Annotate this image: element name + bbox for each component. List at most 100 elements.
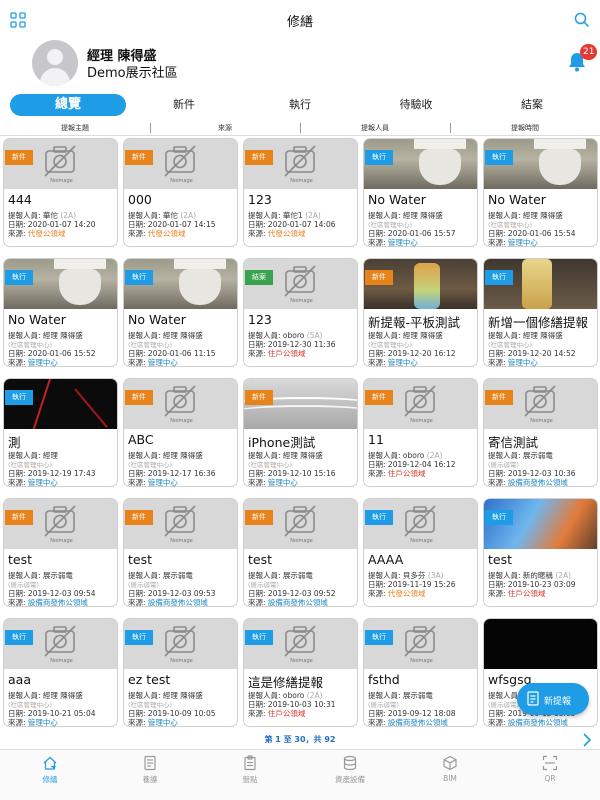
card-source: 來源: 住戶公領域 [248, 348, 305, 359]
source-prefix: 來源: [128, 229, 148, 238]
card-title: test [488, 552, 513, 567]
repair-card[interactable]: NoImage 新件 123 提報人員: 華佗1 (2A) 日期: 2020-01-07… [243, 138, 358, 247]
repair-card[interactable]: NoImage 新件 test 提報人員: 展示弱電 (展示弱電) 日期: 2019-1… [243, 498, 358, 607]
repair-card[interactable]: 執行 No Water 提報人員: 經理 陳得盛 (社區管理中心) 日期: 2020-… [483, 138, 598, 247]
bottom-nav: 修繕 養護 盤點 資產設備 BIM QR [0, 749, 600, 800]
card-title: test [8, 552, 33, 567]
sort-by-reporter[interactable]: 提報人員 [300, 123, 450, 133]
repair-card[interactable]: 新件 新提報-平板測試 提報人員: 經理 陳得盛 (社區管理中心) 日期: 2019-… [363, 258, 478, 367]
notification-badge: 21 [580, 44, 598, 60]
source-value: 住戶公領域 [267, 709, 306, 718]
status-badge: 結案 [245, 270, 273, 285]
no-image-label: NoImage [50, 178, 73, 184]
repair-card[interactable]: NoImage 執行 AAAA 提報人員: 貝多芬 (3A) 日期: 2019-11-1… [363, 498, 478, 607]
card-title: No Water [8, 312, 66, 327]
card-title: 測 [8, 435, 21, 450]
nav-bim[interactable]: BIM [400, 753, 500, 799]
no-camera-icon [284, 265, 316, 297]
repair-card[interactable]: 新件 iPhone測試 提報人員: 經理 陳得盛 (社區管理中心) 日期: 2019-… [243, 378, 358, 487]
new-report-button[interactable]: 新提報 [517, 683, 589, 715]
source-prefix: 來源: [248, 349, 268, 358]
nav-repair-label: 修繕 [42, 775, 58, 784]
status-badge: 新件 [125, 510, 153, 525]
nav-maintenance-label: 養護 [142, 775, 158, 784]
repair-card[interactable]: 執行 No Water 提報人員: 經理 陳得盛 (社區管理中心) 日期: 2020-… [363, 138, 478, 247]
card-source: 來源: 設備商發佈公領域 [368, 717, 448, 726]
status-tabs: 總覽 新件 執行 待驗收 結案 [0, 94, 600, 116]
sort-by-source[interactable]: 來源 [150, 123, 300, 133]
new-report-label: 新提報 [544, 697, 572, 707]
pagination: 第 1 至 30，共 92 [0, 733, 600, 747]
repair-card[interactable]: NoImage 新件 ABC 提報人員: 經理 陳得盛 (社區管理中心) 日期: 201… [123, 378, 238, 487]
tab-in-progress[interactable]: 執行 [252, 94, 348, 116]
nav-inventory[interactable]: 盤點 [200, 753, 300, 799]
card-title: AAAA [368, 552, 404, 567]
status-badge: 新件 [125, 390, 153, 405]
source-prefix: 來源: [488, 589, 508, 598]
no-image-label: NoImage [410, 658, 433, 664]
source-value: 管理中心 [507, 358, 538, 367]
card-photo [484, 619, 597, 669]
tab-closed[interactable]: 結案 [484, 94, 580, 116]
tab-pending-acceptance[interactable]: 待驗收 [368, 94, 464, 116]
nav-repair[interactable]: 修繕 [0, 753, 100, 799]
repair-card[interactable]: NoImage 新件 11 提報人員: oboro (2A) 日期: 2019-12-0… [363, 378, 478, 487]
card-title: 新提報-平板測試 [368, 315, 461, 330]
no-camera-icon [404, 625, 436, 657]
card-title: No Water [368, 192, 426, 207]
source-value: 管理中心 [507, 238, 538, 247]
source-value: 管理中心 [147, 718, 178, 727]
avatar[interactable] [32, 40, 78, 86]
no-image-label: NoImage [410, 538, 433, 544]
repair-card[interactable]: NoImage 執行 fsthd 提報人員: 展示弱電 (展示弱電) 日期: 2019-… [363, 618, 478, 727]
repair-card[interactable]: NoImage 執行 aaa 提報人員: 經理 陳得盛 (社區管理中心) 日期: 201… [3, 618, 118, 727]
search-icon[interactable] [574, 12, 590, 28]
repair-card[interactable]: NoImage 新件 寄信測試 提報人員: 展示弱電 (展示弱電) 日期: 2019-1… [483, 378, 598, 487]
card-source: 來源: 管理中心 [8, 717, 58, 726]
repair-card[interactable]: NoImage 執行 ez test 提報人員: 經理 陳得盛 (社區管理中心) 日期:… [123, 618, 238, 727]
repair-card[interactable]: 執行 新增一個修繕提報 提報人員: 經理 陳得盛 (社區管理中心) 日期: 2019-… [483, 258, 598, 367]
tab-new[interactable]: 新件 [136, 94, 232, 116]
no-camera-icon [164, 625, 196, 657]
source-prefix: 來源: [488, 718, 508, 727]
status-badge: 執行 [5, 630, 33, 645]
nav-assets[interactable]: 資產設備 [300, 753, 400, 799]
source-value: 代發公領域 [387, 589, 426, 598]
source-prefix: 來源: [8, 358, 28, 367]
repair-card[interactable]: 執行 No Water 提報人員: 經理 陳得盛 (社區管理中心) 日期: 2020-… [3, 258, 118, 367]
card-source: 來源: 管理中心 [248, 477, 298, 487]
repair-card[interactable]: NoImage 執行 這是修繕提報 提報人員: oboro (2A) 日期: 2019-… [243, 618, 358, 727]
card-title: 123 [248, 312, 272, 327]
sort-by-subject[interactable]: 提報主題 [0, 123, 150, 133]
status-badge: 執行 [5, 390, 33, 405]
nav-maintenance[interactable]: 養護 [100, 753, 200, 799]
card-title: fsthd [368, 672, 400, 687]
no-camera-icon [164, 385, 196, 417]
repair-card[interactable]: NoImage 新件 444 提報人員: 華佗 (2A) 日期: 2020-01-07 … [3, 138, 118, 247]
source-prefix: 來源: [248, 478, 268, 487]
repair-card[interactable]: NoImage 新件 test 提報人員: 展示弱電 (展示弱電) 日期: 2019-1… [3, 498, 118, 607]
no-camera-icon [44, 625, 76, 657]
app: 修繕 經理 陳得盛 Demo展示社區 21 總覽 新件 執行 待驗收 結案 提報… [0, 0, 600, 800]
tab-overview[interactable]: 總覽 [10, 94, 126, 116]
repair-card[interactable]: NoImage 結案 123 提報人員: oboro (5A) 日期: 2019-12-… [243, 258, 358, 367]
source-prefix: 來源: [248, 598, 268, 607]
chevron-right-icon[interactable] [582, 732, 592, 747]
repair-card[interactable]: NoImage 新件 test 提報人員: 展示弱電 (展示弱電) 日期: 2019-1… [123, 498, 238, 607]
page-title: 修繕 [286, 15, 313, 30]
no-image-label: NoImage [290, 538, 313, 544]
pagination-info: 第 1 至 30，共 92 [264, 735, 336, 744]
sort-by-time[interactable]: 提報時間 [450, 123, 600, 133]
source-prefix: 來源: [488, 478, 508, 487]
no-image-label: NoImage [50, 658, 73, 664]
card-title: iPhone測試 [248, 435, 316, 450]
document-icon [144, 755, 156, 771]
source-prefix: 來源: [368, 589, 388, 598]
repair-card[interactable]: 執行 test 提報人員: 新的暱稱 (2A) 日期: 2019-10-23 03:0… [483, 498, 598, 607]
source-value: 住戶公領域 [507, 589, 546, 598]
repair-card[interactable]: NoImage 新件 000 提報人員: 華佗 (2A) 日期: 2020-01-07 … [123, 138, 238, 247]
repair-card[interactable]: 執行 No Water 提報人員: 經理 陳得盛 (社區管理中心) 日期: 2020-… [123, 258, 238, 367]
repair-card[interactable]: 執行測提報人員: 經理 (社區管理中心) 日期: 2019-12-19 17:43… [3, 378, 118, 487]
source-value: 設備商發佈公領域 [267, 598, 328, 607]
nav-qr[interactable]: QR [500, 753, 600, 799]
